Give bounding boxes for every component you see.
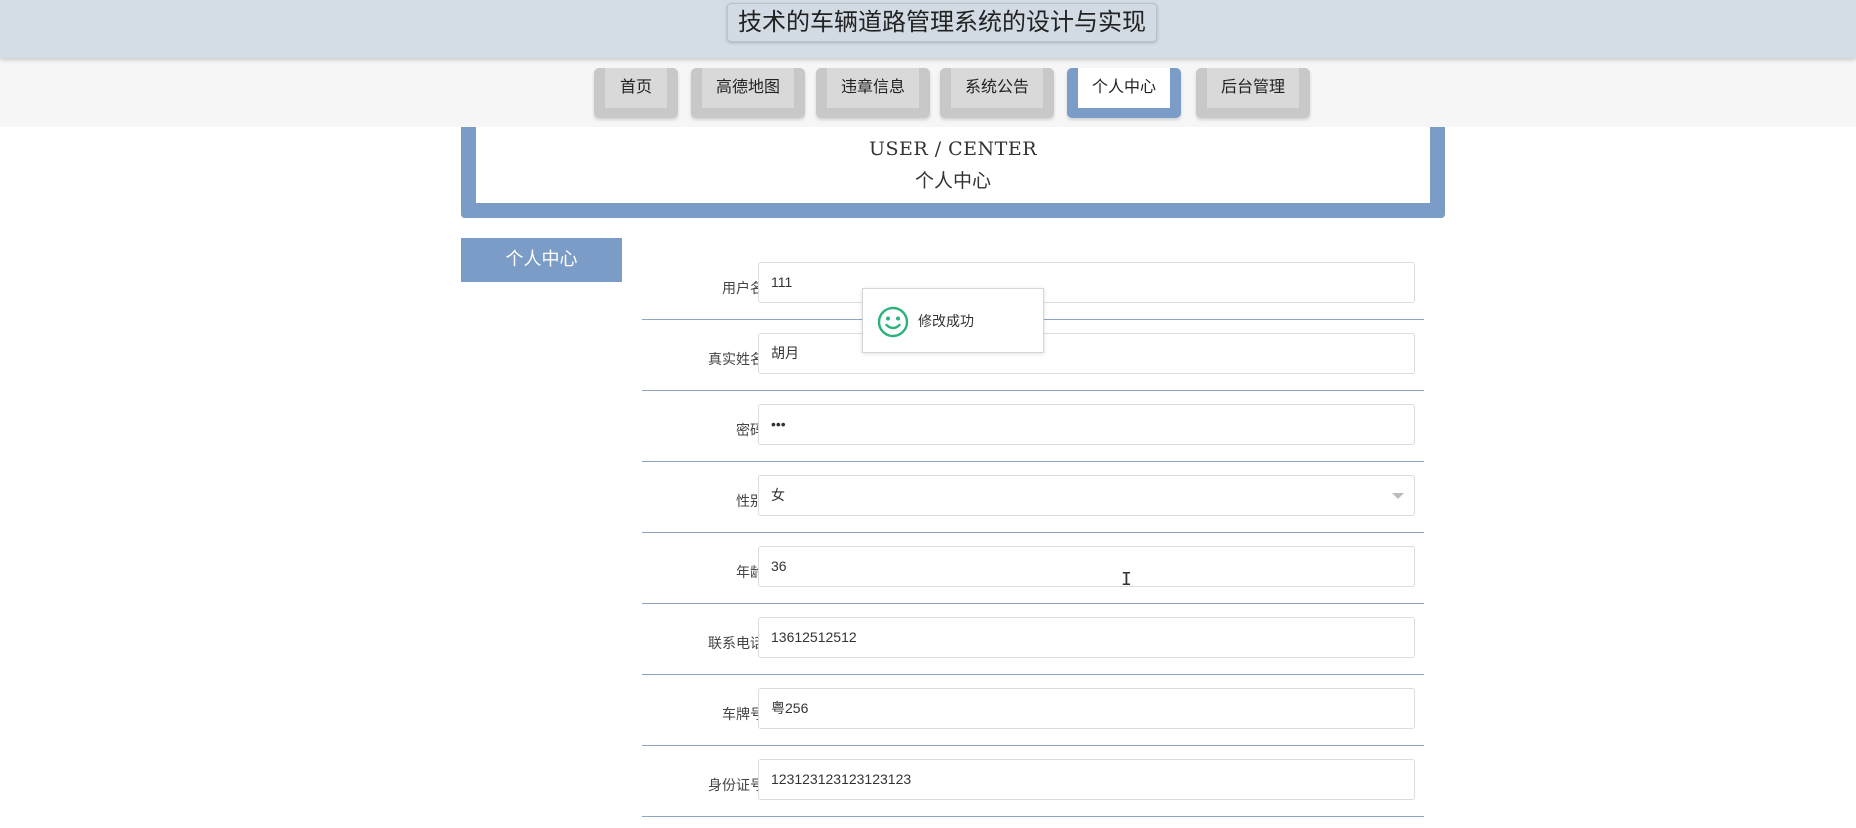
nav-tab-violations[interactable]: 违章信息 <box>816 68 930 118</box>
phone-input[interactable]: 13612512512 <box>758 617 1415 658</box>
page-header: USER / CENTER 个人中心 <box>461 127 1445 218</box>
chevron-down-icon <box>1392 493 1404 499</box>
phone-label: 联系电话 <box>708 636 764 652</box>
gender-selected-value: 女 <box>771 487 785 503</box>
form-row-phone: 联系电话 13612512512 <box>642 603 1424 675</box>
real-name-input[interactable]: 胡月 <box>758 333 1415 374</box>
nav-tab-label: 系统公告 <box>951 68 1043 108</box>
form-row-password: 密码 ••• <box>642 390 1424 462</box>
nav-bar: 首页 高德地图 违章信息 系统公告 个人中心 后台管理 <box>0 58 1856 127</box>
nav-tab-admin[interactable]: 后台管理 <box>1196 68 1310 118</box>
nav-tab-label: 后台管理 <box>1207 68 1299 108</box>
nav-tab-label: 个人中心 <box>1078 68 1170 108</box>
form-row-age: 年龄 36 <box>642 532 1424 604</box>
id-number-input[interactable]: 123123123123123123 <box>758 759 1415 800</box>
nav-tab-user-center[interactable]: 个人中心 <box>1067 68 1181 118</box>
age-input[interactable]: 36 <box>758 546 1415 587</box>
page-title-en: USER / CENTER <box>868 138 1038 160</box>
form-row-id-number: 身份证号 123123123123123123 <box>642 745 1424 817</box>
nav-tab-label: 首页 <box>605 68 667 108</box>
nav-tab-label: 高德地图 <box>702 68 794 108</box>
text-cursor-icon: I <box>1121 569 1132 590</box>
gender-select[interactable]: 女 <box>758 475 1415 516</box>
title-bar: 技术的车辆道路管理系统的设计与实现 <box>0 0 1856 58</box>
smiley-icon <box>877 306 909 338</box>
form-row-gender: 性别 女 <box>642 461 1424 533</box>
sidebar-item-user-center[interactable]: 个人中心 <box>461 238 622 282</box>
username-input[interactable]: 111 <box>758 262 1415 303</box>
nav-tab-label: 违章信息 <box>827 68 919 108</box>
toast-message: 修改成功 <box>918 314 974 330</box>
nav-tab-announcements[interactable]: 系统公告 <box>940 68 1054 118</box>
success-toast: 修改成功 <box>862 288 1044 353</box>
real-name-label: 真实姓名 <box>708 352 764 368</box>
id-number-label: 身份证号 <box>708 778 764 794</box>
password-input[interactable]: ••• <box>758 404 1415 445</box>
form-row-plate: 车牌号 粤256 <box>642 674 1424 746</box>
app-title: 技术的车辆道路管理系统的设计与实现 <box>727 3 1157 42</box>
nav-tab-map[interactable]: 高德地图 <box>691 68 805 118</box>
nav-tab-home[interactable]: 首页 <box>594 68 678 118</box>
page-title-cn: 个人中心 <box>914 170 991 192</box>
plate-number-input[interactable]: 粤256 <box>758 688 1415 729</box>
